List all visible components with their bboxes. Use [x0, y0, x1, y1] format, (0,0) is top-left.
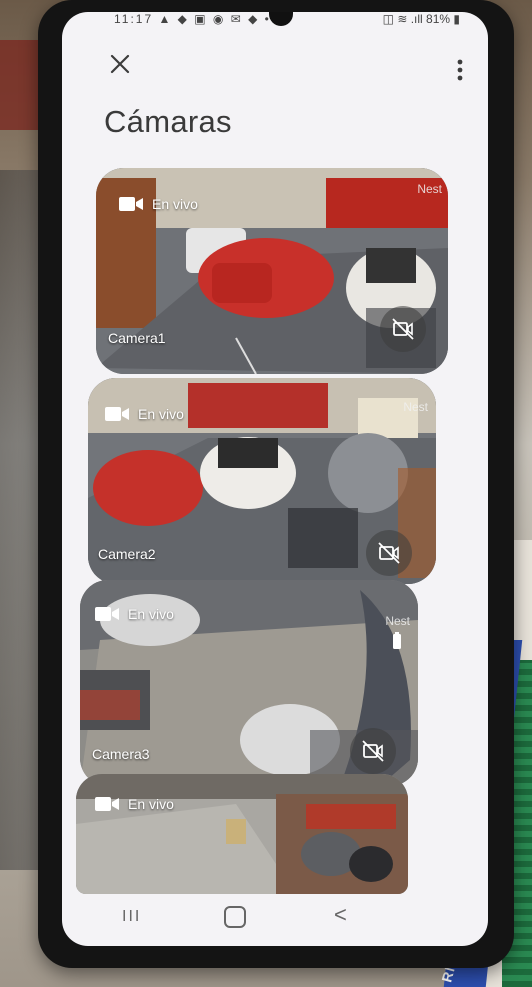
camera-card-3[interactable]: En vivo Nest Camera3 — [80, 580, 418, 786]
video-off-icon — [362, 740, 384, 762]
status-bar: 11:17 ▲ ◆ ▣ ◉ ✉ ◆ • ◫ ≋ .ıll 81% ▮ — [62, 12, 488, 34]
camera-brand: Nest — [403, 400, 428, 414]
video-off-icon — [392, 318, 414, 340]
video-off-button[interactable] — [366, 530, 412, 576]
live-indicator: En vivo — [94, 794, 174, 814]
camera-name: Camera1 — [108, 330, 166, 346]
video-off-button[interactable] — [380, 306, 426, 352]
system-nav-bar: III < — [62, 886, 488, 946]
front-camera-notch — [269, 12, 293, 26]
video-off-icon — [378, 542, 400, 564]
live-indicator: En vivo — [104, 404, 184, 424]
camera-name: Camera2 — [98, 546, 156, 562]
phone-screen: 11:17 ▲ ◆ ▣ ◉ ✉ ◆ • ◫ ≋ .ıll 81% ▮ Cámar… — [62, 12, 488, 946]
camera-name: Camera3 — [92, 746, 150, 762]
close-button[interactable] — [106, 50, 134, 78]
video-camera-icon — [119, 197, 143, 211]
camera-card-4[interactable]: En vivo — [76, 774, 408, 894]
video-camera-icon — [105, 407, 129, 421]
live-label-text: En vivo — [128, 606, 174, 622]
home-button[interactable] — [224, 906, 246, 928]
battery-icon — [393, 632, 401, 649]
close-icon — [110, 54, 130, 74]
live-label-text: En vivo — [128, 796, 174, 812]
status-bar-left: 11:17 ▲ ◆ ▣ ◉ ✉ ◆ • — [114, 12, 271, 26]
back-button[interactable]: < — [334, 902, 347, 928]
live-label-text: En vivo — [152, 196, 198, 212]
more-options-button[interactable] — [454, 56, 466, 84]
live-indicator: En vivo — [118, 194, 198, 214]
status-bar-right: ◫ ≋ .ıll 81% ▮ — [382, 12, 460, 26]
video-camera-icon — [95, 607, 119, 621]
page-title: Cámaras — [104, 104, 232, 139]
video-off-button[interactable] — [350, 728, 396, 774]
camera-card-2[interactable]: En vivo Nest Camera2 — [88, 378, 436, 584]
camera-brand: Nest — [417, 182, 442, 196]
live-label-text: En vivo — [138, 406, 184, 422]
video-camera-icon — [95, 797, 119, 811]
camera-card-1[interactable]: En vivo Nest Camera1 — [96, 168, 448, 374]
more-vert-icon — [457, 59, 463, 81]
camera-brand: Nest — [385, 614, 410, 628]
camera-feed-4 — [76, 774, 408, 894]
live-indicator: En vivo — [94, 604, 174, 624]
recent-apps-button[interactable]: III — [122, 908, 141, 926]
